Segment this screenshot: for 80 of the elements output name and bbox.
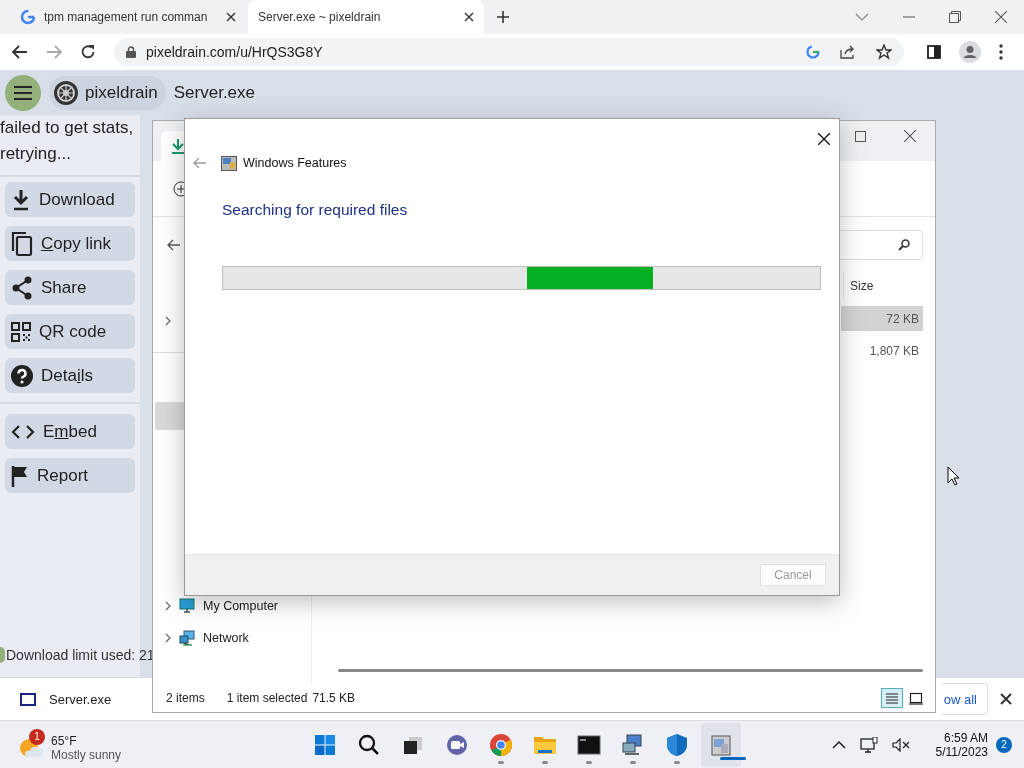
close-icon[interactable] [464, 12, 474, 22]
new-tab-icon[interactable] [496, 10, 510, 24]
qr-code-icon [11, 321, 31, 342]
file-title: Server.exe [173, 82, 256, 103]
wheel-icon [53, 79, 79, 106]
muted-speaker-icon[interactable] [891, 737, 910, 752]
lock-icon [126, 46, 136, 58]
address-field[interactable]: pixeldrain.com/u/HrQS3G8Y [114, 38, 904, 66]
chevron-right-icon [165, 633, 171, 643]
weather-widget[interactable]: 1 65°F Mostly sunny [19, 724, 122, 765]
back-icon[interactable] [12, 45, 28, 59]
download-item[interactable]: Server.exe [49, 691, 112, 707]
help-icon [11, 364, 33, 387]
start-icon [313, 732, 338, 757]
navigation-item[interactable]: Network [153, 622, 311, 654]
status-text: 1 item selected [226, 691, 308, 705]
menu-button[interactable] [5, 74, 41, 111]
share-icon[interactable] [840, 45, 856, 59]
download-limit-text: Download limit used: 21 [6, 647, 155, 663]
clock[interactable]: 6:59 AM 5/11/2023 [935, 730, 988, 759]
display-icon[interactable] [859, 736, 878, 753]
profile-icon[interactable] [959, 41, 981, 63]
sidebar-button[interactable]: Copy link [5, 226, 135, 261]
back-icon[interactable] [167, 238, 181, 251]
status-text: 2 items [166, 691, 205, 705]
cursor-icon [947, 466, 960, 486]
download-icon [171, 138, 185, 154]
chevron-right-icon[interactable] [165, 316, 171, 326]
code-icon [11, 423, 35, 440]
notification-badge[interactable]: 2 [996, 736, 1012, 753]
monitor-icon [179, 598, 195, 614]
file-size-cell[interactable]: 1,807 KB [841, 338, 923, 363]
details-icon [885, 691, 899, 705]
sidebar-button[interactable]: Embed [5, 414, 135, 449]
logo-button[interactable]: pixeldrain [49, 75, 166, 110]
window-icon [20, 692, 36, 706]
sidebar-button[interactable]: QR code [5, 314, 135, 349]
sidebar-button[interactable]: Download [5, 182, 135, 217]
file-size-cell[interactable]: 72 KB [841, 306, 923, 331]
restore-icon[interactable] [949, 11, 961, 23]
menu-icon[interactable] [999, 44, 1003, 60]
notification-badge: 1 [29, 728, 45, 745]
sidebar-button[interactable]: Details [5, 358, 135, 393]
search-icon [898, 238, 910, 251]
maximize-icon[interactable] [855, 130, 866, 142]
browser-icon [489, 732, 514, 757]
network-icon [179, 630, 195, 646]
close-icon[interactable] [818, 133, 830, 145]
close-icon[interactable] [226, 12, 236, 22]
shield-icon [665, 732, 690, 757]
google-icon [20, 9, 36, 25]
dialog-heading: Searching for required files [222, 201, 409, 219]
tiles-icon [909, 691, 923, 705]
scrollbar[interactable] [338, 669, 923, 672]
status-text: 71.5 KB [312, 691, 356, 705]
download-icon [11, 188, 31, 211]
chevron-down-icon[interactable] [855, 13, 869, 21]
flag-icon [11, 464, 29, 487]
sidebar-button[interactable]: Report [5, 458, 135, 493]
chevron-up-icon[interactable] [831, 740, 846, 749]
menu-icon [14, 85, 32, 100]
chat-icon [445, 732, 470, 757]
google-icon[interactable] [806, 45, 820, 59]
features-icon [709, 732, 734, 757]
browser-tab[interactable]: Server.exe ~ pixeldrain [248, 0, 484, 34]
terminal-icon [577, 732, 602, 757]
column-header[interactable]: Size [843, 272, 923, 299]
sidebar-button[interactable]: Share [5, 270, 135, 305]
side-panel-icon[interactable] [927, 45, 941, 59]
chevron-right-icon [165, 601, 171, 611]
share-icon [11, 275, 33, 300]
copy-icon [11, 230, 33, 257]
status-message: failed to get stats, retrying... [0, 115, 140, 177]
reload-icon[interactable] [80, 44, 96, 60]
star-icon[interactable] [876, 44, 892, 60]
features-icon [221, 155, 237, 171]
show-all-button[interactable]: ow all [941, 683, 988, 715]
dialog-title: Windows Features [243, 156, 347, 170]
close-icon[interactable] [1000, 693, 1012, 705]
browser-tab[interactable]: tpm management run comman [10, 0, 246, 34]
